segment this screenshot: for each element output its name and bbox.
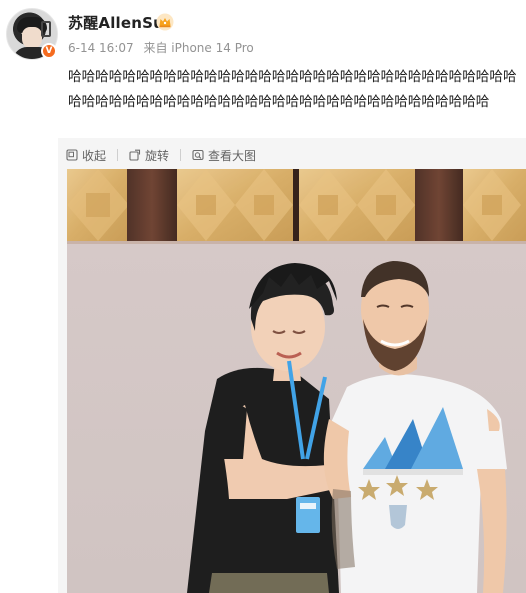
toolbar-divider <box>180 149 182 161</box>
verified-badge-icon: V <box>41 43 57 59</box>
view-large-label: 查看大图 <box>208 148 257 163</box>
avatar-decoration <box>41 21 51 37</box>
collapse-icon <box>66 149 78 161</box>
collapse-button[interactable]: 收起 <box>66 147 106 164</box>
view-large-button[interactable]: 查看大图 <box>192 147 256 164</box>
media-toolbar: 收起 旋转 查看大图 <box>66 146 256 164</box>
collapse-label: 收起 <box>82 148 107 163</box>
rotate-label: 旋转 <box>145 148 170 163</box>
username[interactable]: 苏醒AllenSu <box>68 12 164 33</box>
post-source: 来自 iPhone 14 Pro <box>143 41 254 55</box>
rotate-icon <box>129 149 141 161</box>
post-meta: 6-14 16:07 来自 iPhone 14 Pro <box>68 39 260 56</box>
post-text: 哈哈哈哈哈哈哈哈哈哈哈哈哈哈哈哈哈哈哈哈哈哈哈哈哈哈哈哈哈哈哈哈哈哈哈哈哈哈哈哈… <box>68 69 517 110</box>
post-time[interactable]: 6-14 16:07 <box>68 41 134 55</box>
avatar-face <box>22 27 42 49</box>
post-photo[interactable] <box>67 169 526 593</box>
rotate-button[interactable]: 旋转 <box>129 147 169 164</box>
weibo-post: V 苏醒AllenSu 6-14 16:07 来自 iPhone 14 Pro … <box>0 0 526 593</box>
toolbar-divider <box>117 149 119 161</box>
photo-illustration <box>67 169 526 593</box>
crown-icon <box>156 13 174 31</box>
view-large-icon <box>192 149 204 161</box>
